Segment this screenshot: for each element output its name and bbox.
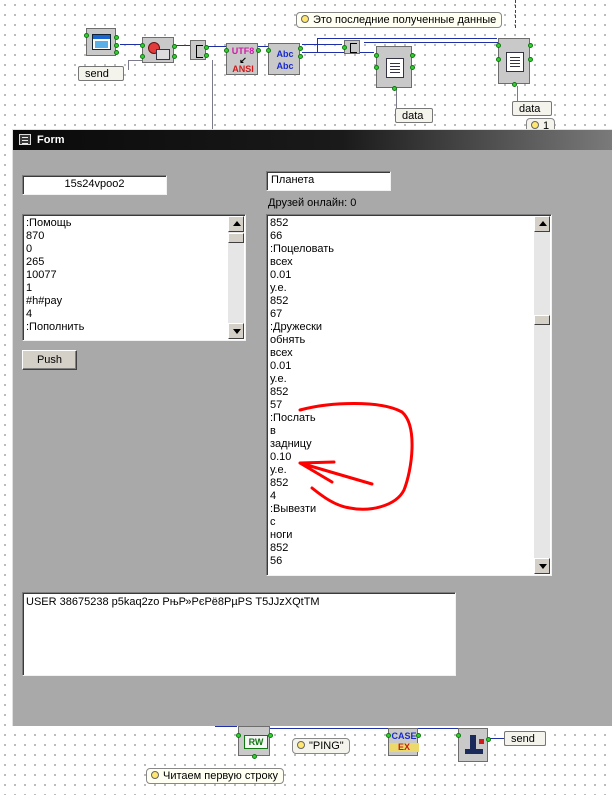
annotation-stroke (298, 402, 414, 511)
red-annotation-arrow (298, 402, 414, 511)
annotation-arrowhead (298, 460, 374, 486)
